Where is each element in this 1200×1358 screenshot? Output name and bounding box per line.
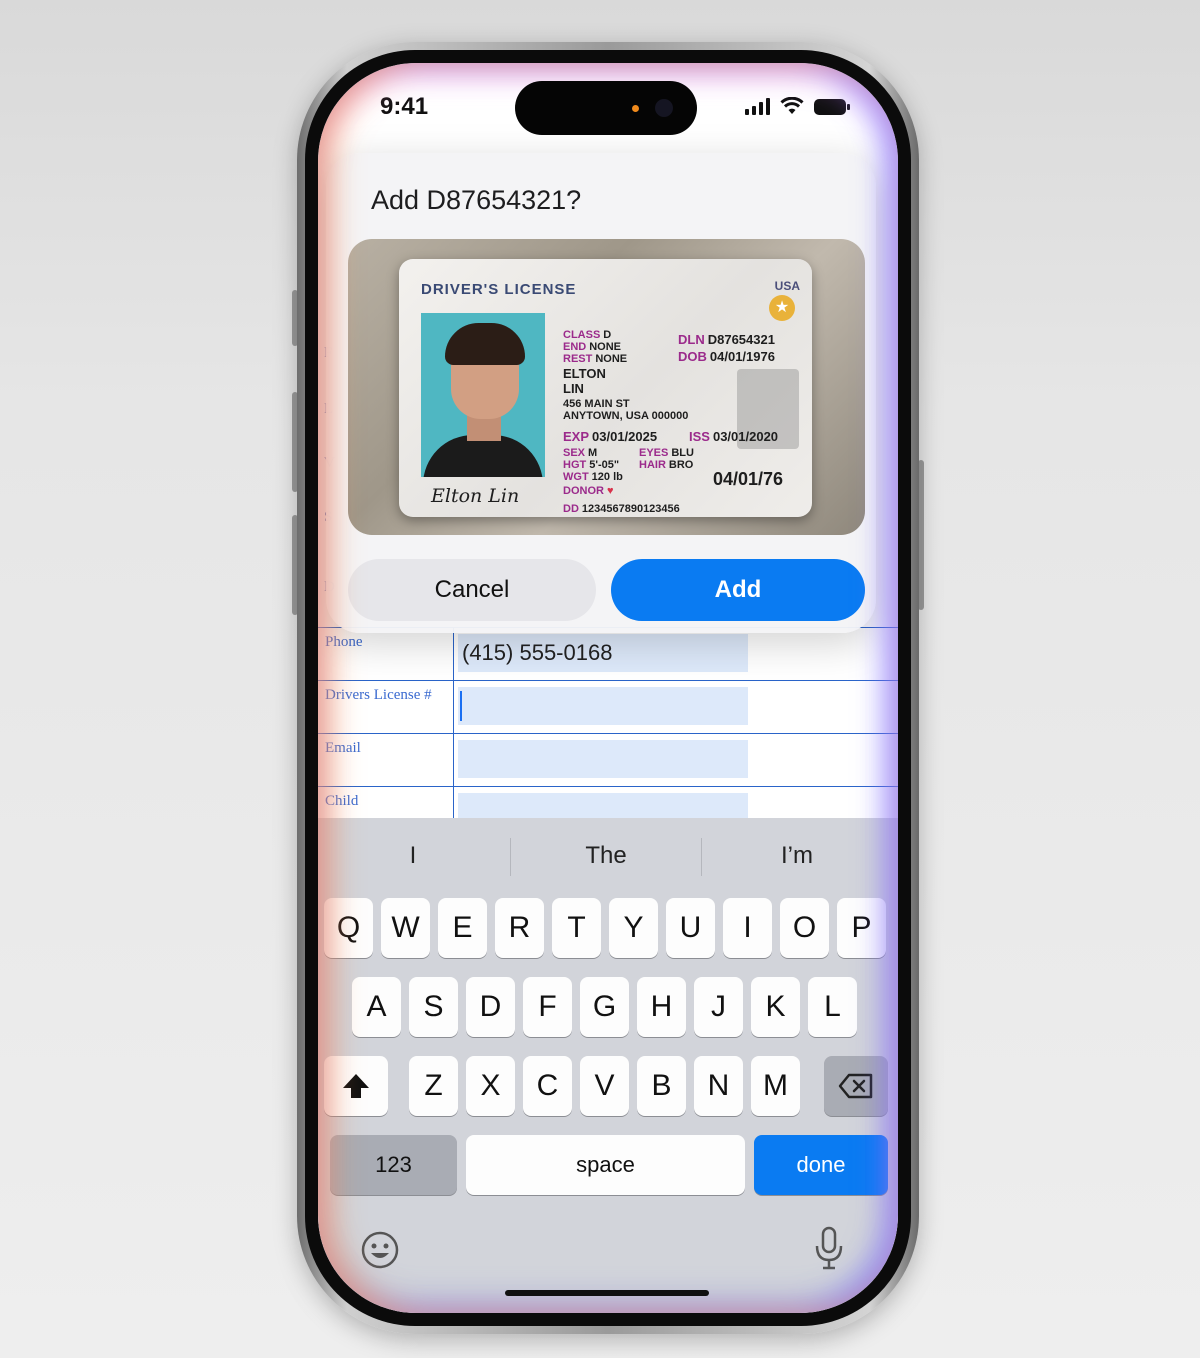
license-dob: DOB 04/01/1976	[678, 349, 775, 364]
license-rest: REST NONE	[563, 353, 628, 365]
key-l[interactable]: L	[808, 977, 857, 1037]
license-address-line1: 456 MAIN ST	[563, 398, 630, 410]
numbers-key[interactable]: 123	[330, 1135, 457, 1195]
key-u[interactable]: U	[666, 898, 715, 958]
email-label: Email	[325, 740, 361, 756]
key-h[interactable]: H	[637, 977, 686, 1037]
drivers-license-label: Drivers License #	[325, 687, 432, 703]
key-t[interactable]: T	[552, 898, 601, 958]
key-g[interactable]: G	[580, 977, 629, 1037]
form-row-phone: Phone (415) 555-0168	[318, 627, 898, 681]
license-address-line2: ANYTOWN, USA 000000	[563, 410, 689, 422]
cancel-button[interactable]: Cancel	[348, 559, 596, 621]
home-indicator[interactable]	[505, 1290, 709, 1296]
license-card-preview: DRIVER'S LICENSE USA ★ CLASS D END NONE RE…	[348, 239, 865, 535]
add-license-sheet: Add D87654321? DRIVER'S LICENSE USA ★ CL…	[326, 153, 876, 633]
license-exp: EXP 03/01/2025	[563, 429, 658, 444]
license-class: CLASS D	[563, 329, 612, 341]
key-c[interactable]: C	[523, 1056, 572, 1116]
key-a[interactable]: A	[352, 977, 401, 1037]
form-divider	[453, 734, 454, 787]
phone-screen: 9:41 F L V S D Phone (415) 555-0168 Driv…	[318, 63, 898, 1313]
suggestion-1[interactable]: I	[318, 842, 508, 870]
drivers-license-field[interactable]	[458, 687, 748, 725]
key-k[interactable]: K	[751, 977, 800, 1037]
license-hair: HAIR BRO	[639, 459, 694, 471]
key-o[interactable]: O	[780, 898, 829, 958]
shift-key[interactable]	[324, 1056, 388, 1116]
key-m[interactable]: M	[751, 1056, 800, 1116]
license-height: HGT 5'-05"	[563, 459, 620, 471]
key-z[interactable]: Z	[409, 1056, 458, 1116]
key-e[interactable]: E	[438, 898, 487, 958]
camera-indicator-dot	[632, 105, 639, 112]
license-dln: DLN D87654321	[678, 332, 775, 347]
add-button[interactable]: Add	[611, 559, 865, 621]
key-n[interactable]: N	[694, 1056, 743, 1116]
shift-icon	[343, 1074, 369, 1098]
key-s[interactable]: S	[409, 977, 458, 1037]
key-b[interactable]: B	[637, 1056, 686, 1116]
done-key[interactable]: done	[754, 1135, 888, 1195]
wifi-icon	[780, 97, 804, 114]
front-camera	[655, 99, 673, 117]
license-last-name: LIN	[563, 381, 584, 396]
license-title: DRIVER'S LICENSE	[421, 281, 577, 298]
battery-icon	[814, 99, 850, 115]
key-w[interactable]: W	[381, 898, 430, 958]
license-country: USA	[774, 279, 800, 293]
key-f[interactable]: F	[523, 977, 572, 1037]
cellular-signal-icon	[745, 97, 770, 115]
license-weight: WGT 120 lb	[563, 471, 623, 483]
key-p[interactable]: P	[837, 898, 886, 958]
form-divider	[453, 628, 454, 681]
phone-label: Phone	[325, 634, 363, 650]
license-first-name: ELTON	[563, 366, 606, 381]
suggestion-3[interactable]: I’m	[702, 842, 892, 870]
delete-icon	[838, 1073, 873, 1099]
license-signature: Elton Lin	[431, 485, 520, 507]
key-j[interactable]: J	[694, 977, 743, 1037]
microphone-icon[interactable]	[814, 1226, 844, 1270]
drivers-license-card: DRIVER'S LICENSE USA ★ CLASS D END NONE RE…	[399, 259, 812, 517]
license-sex: SEX M	[563, 447, 598, 459]
email-field[interactable]	[458, 740, 748, 778]
license-eyes: EYES BLU	[639, 447, 694, 459]
sheet-title: Add D87654321?	[371, 185, 582, 215]
license-donor: DONOR ♥	[563, 485, 614, 497]
form-divider	[453, 681, 454, 734]
license-dob-short: 04/01/76	[713, 469, 784, 489]
key-x[interactable]: X	[466, 1056, 515, 1116]
key-d[interactable]: D	[466, 977, 515, 1037]
text-cursor	[460, 691, 462, 721]
key-v[interactable]: V	[580, 1056, 629, 1116]
license-end: END NONE	[563, 341, 622, 353]
suggestion-2[interactable]: The	[511, 842, 701, 870]
keyboard: I The I’m Q W E R T Y U I O P A S D F G …	[318, 818, 898, 1313]
phone-value: (415) 555-0168	[462, 640, 613, 665]
key-i[interactable]: I	[723, 898, 772, 958]
status-time: 9:41	[380, 93, 429, 120]
emoji-icon[interactable]	[360, 1230, 400, 1270]
form-row-email: Email	[318, 733, 898, 787]
status-icons	[745, 97, 850, 115]
key-r[interactable]: R	[495, 898, 544, 958]
form-row-drivers-license: Drivers License #	[318, 680, 898, 734]
star-icon: ★	[769, 295, 795, 321]
child-label: Child	[325, 793, 359, 809]
space-key[interactable]: space	[466, 1135, 745, 1195]
license-dd: DD 1234567890123456	[563, 503, 680, 515]
key-q[interactable]: Q	[324, 898, 373, 958]
license-photo	[421, 313, 545, 477]
key-y[interactable]: Y	[609, 898, 658, 958]
delete-key[interactable]	[824, 1056, 888, 1116]
heart-icon: ♥	[606, 485, 614, 497]
dynamic-island	[515, 81, 697, 135]
license-iss: ISS 03/01/2020	[689, 429, 779, 444]
